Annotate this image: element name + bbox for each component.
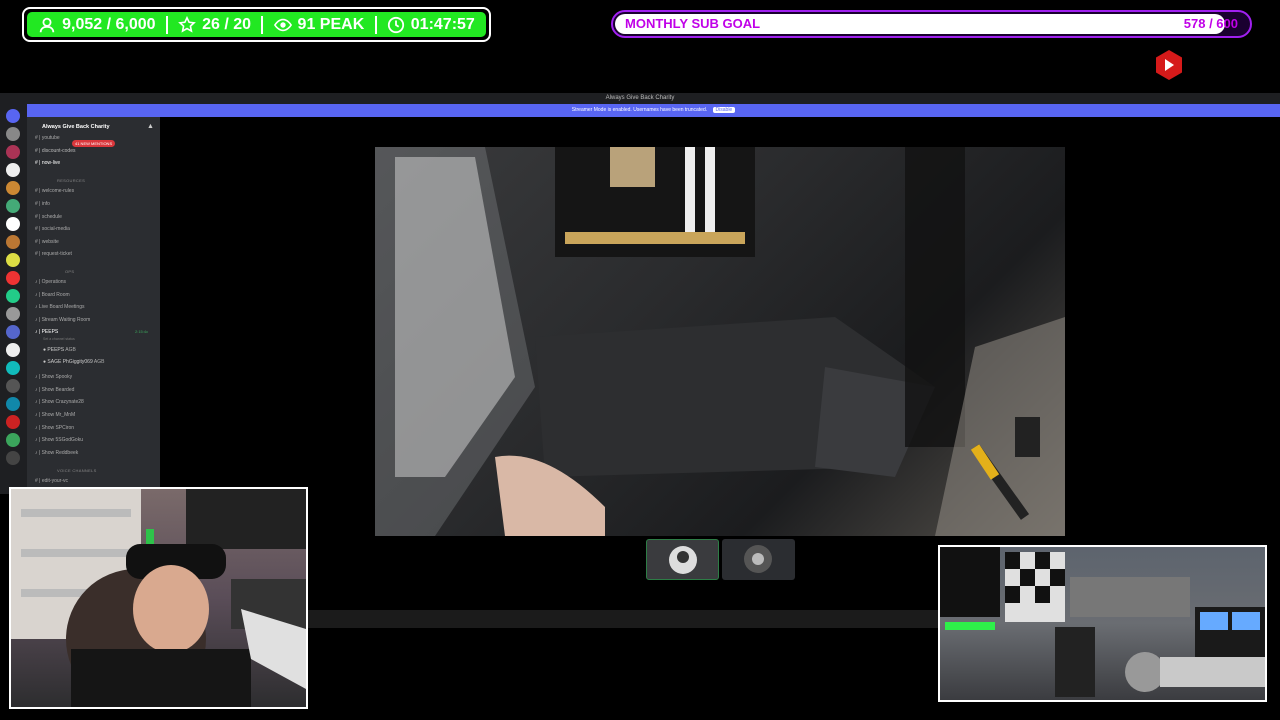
voice-channel-board-room[interactable]: ♪ | Board Room <box>35 292 70 298</box>
channel-website[interactable]: # | website <box>35 239 59 245</box>
disable-streamer-mode-button[interactable]: Disable <box>712 107 736 113</box>
discord-home-icon[interactable] <box>6 109 20 123</box>
window-title: Always Give Back Charity <box>605 95 675 101</box>
voice-channel-stream-waiting-room[interactable]: ♪ | Stream Waiting Room <box>35 317 90 323</box>
timer-stat: 01:47:57 <box>387 16 475 34</box>
stream-stats-bar: 9,052 / 6,000 26 / 20 91 PEAK 01:47:57 <box>22 7 491 42</box>
voice-channel-peeps[interactable]: ♪ | PEEPS <box>35 329 58 335</box>
streamer-mode-banner: Streamer Mode is enabled. Usernames have… <box>27 104 1280 117</box>
followers-stat: 9,052 / 6,000 <box>38 15 156 34</box>
category-voice[interactable]: VOICE CHANNELS <box>57 468 97 473</box>
server-icon[interactable] <box>6 271 20 285</box>
peak-value: 91 PEAK <box>297 15 365 33</box>
settings-icon[interactable] <box>6 451 20 465</box>
channel-welcome-rules[interactable]: # | welcome-rules <box>35 188 74 194</box>
add-member-icon[interactable]: ▲ <box>147 123 154 130</box>
server-icon[interactable] <box>6 361 20 375</box>
channel-schedule[interactable]: # | schedule <box>35 214 62 220</box>
voice-timer: 2:15:4c <box>135 329 149 334</box>
star-icon <box>178 15 196 33</box>
voice-channel-live-board-meetings[interactable]: ♪ Live Board Meetings <box>35 304 84 310</box>
server-icon[interactable] <box>6 199 20 213</box>
stat-divider <box>374 15 377 34</box>
voice-channel-show[interactable]: ♪ | Show Mr_MnM <box>35 412 75 418</box>
channel-edit-your-vc[interactable]: # | edit-your-vc <box>35 478 68 484</box>
channel-info[interactable]: # | info <box>35 201 50 207</box>
server-icon[interactable] <box>6 307 20 321</box>
voice-user[interactable]: ● SAGE PhGiggity069 AGB <box>43 359 104 365</box>
server-icon[interactable] <box>6 289 20 303</box>
channel-status-hint[interactable]: Set a channel status <box>43 337 75 341</box>
server-list <box>0 104 27 494</box>
sub-goal-label: MONTHLY SUB GOAL <box>625 16 761 31</box>
channel-social-media[interactable]: # | social-media <box>35 226 70 232</box>
server-icon[interactable] <box>6 217 20 231</box>
screen-share-video[interactable] <box>375 147 1065 536</box>
stars-stat: 26 / 20 <box>178 15 252 34</box>
pc-case-illustration <box>375 147 1065 536</box>
stars-value: 26 / 20 <box>202 15 252 33</box>
server-icon[interactable] <box>6 235 20 249</box>
live-tag: AGB <box>65 347 76 353</box>
server-icon[interactable] <box>6 253 20 267</box>
eye-icon <box>273 18 292 31</box>
user-icon <box>39 17 55 32</box>
server-name[interactable]: Always Give Back Charity <box>42 124 110 130</box>
voice-channel-operations[interactable]: ♪ | Operations <box>35 279 66 285</box>
banner-text: Streamer Mode is enabled. Usernames have… <box>571 107 708 113</box>
room-scene <box>940 547 1265 697</box>
participant-avatar <box>669 546 697 574</box>
server-icon[interactable] <box>6 145 20 159</box>
server-icon[interactable] <box>6 379 20 393</box>
server-icon[interactable] <box>6 325 20 339</box>
peak-stat: 91 PEAK <box>273 15 365 34</box>
sub-goal-bar: MONTHLY SUB GOAL 578 / 600 <box>611 10 1252 38</box>
server-icon[interactable] <box>6 415 20 429</box>
followers-value: 9,052 / 6,000 <box>62 15 156 33</box>
participant-tile-active[interactable] <box>646 539 719 580</box>
server-icon[interactable] <box>6 343 20 357</box>
category-resources[interactable]: RESOURCES <box>57 178 85 183</box>
voice-channel-show[interactable]: ♪ | Show Reddbeek <box>35 450 78 456</box>
streamer-webcam <box>9 487 308 709</box>
server-icon[interactable] <box>6 127 20 141</box>
participant-avatar <box>744 545 772 573</box>
clock-icon <box>387 16 404 33</box>
add-server-icon[interactable] <box>6 433 20 447</box>
sub-goal-count: 578 / 600 <box>1183 16 1238 31</box>
voice-user[interactable]: ● PEEPS AGB <box>43 347 76 353</box>
voice-channel-show[interactable]: ♪ | Show SPCiron <box>35 425 74 431</box>
voice-channel-show[interactable]: ♪ | Show Crazynate28 <box>35 399 84 405</box>
channel-discount-codes[interactable]: # | discount-codes <box>35 148 76 154</box>
channel-now-live[interactable]: # | now-live <box>35 160 60 166</box>
participant-tile[interactable] <box>722 539 795 580</box>
stream-overlay-strip <box>308 610 938 628</box>
stat-divider <box>165 15 168 34</box>
voice-channel-show[interactable]: ♪ | Show Bearded <box>35 387 74 393</box>
youtube-play-icon <box>1156 50 1182 80</box>
new-mentions-badge[interactable]: 41 NEW MENTIONS <box>72 140 116 147</box>
discord-title-bar: Always Give Back Charity <box>0 93 1280 104</box>
room-webcam <box>938 545 1267 702</box>
channel-youtube[interactable]: # | youtube <box>35 135 60 141</box>
channel-request-ticket[interactable]: # | request-ticket <box>35 251 72 257</box>
server-icon[interactable] <box>6 181 20 195</box>
voice-channel-show[interactable]: ♪ | Show Spooky <box>35 374 72 380</box>
stat-divider <box>261 15 264 34</box>
channel-sidebar: Always Give Back Charity ▲ # | youtube #… <box>27 117 160 490</box>
timer-value: 01:47:57 <box>410 15 475 33</box>
voice-channel-show[interactable]: ♪ | Show 5SGodGoku <box>35 437 83 443</box>
webcam-scene <box>11 489 306 707</box>
server-icon[interactable] <box>6 397 20 411</box>
category-ops[interactable]: OPS <box>65 269 74 274</box>
server-icon[interactable] <box>6 163 20 177</box>
live-tag: AGB <box>93 359 105 365</box>
